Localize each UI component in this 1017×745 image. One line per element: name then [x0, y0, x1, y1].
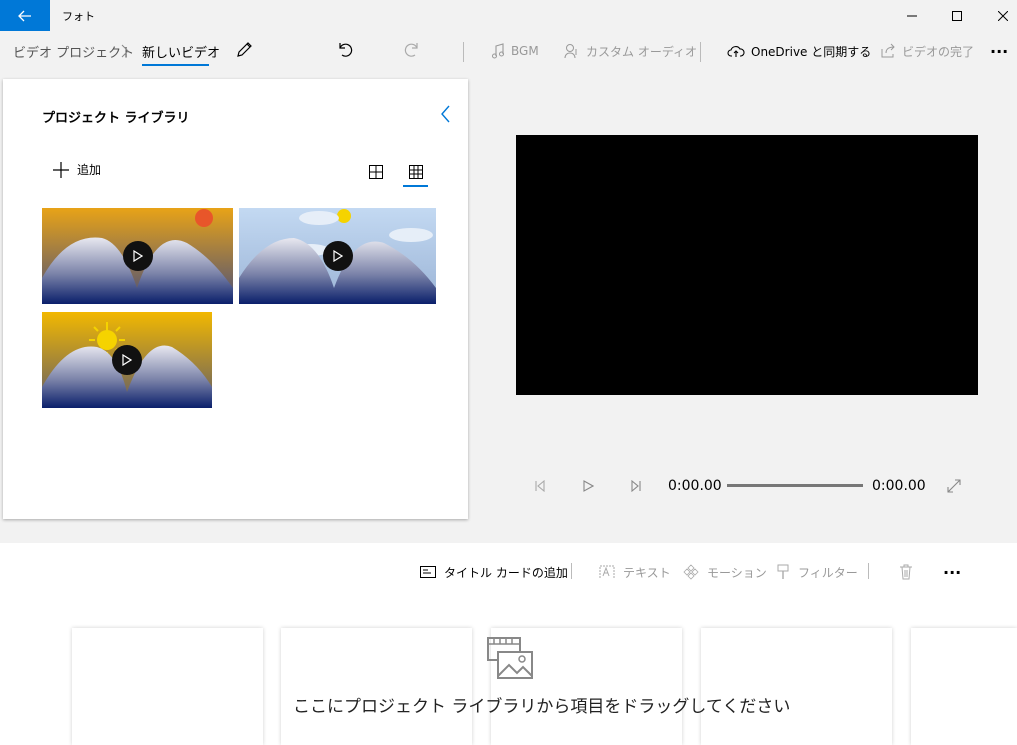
library-item-2[interactable]	[239, 208, 436, 304]
play-icon	[122, 354, 132, 366]
trash-icon	[900, 564, 912, 580]
add-label: 追加	[77, 163, 102, 177]
storyboard-slot[interactable]	[72, 628, 263, 745]
current-tab-indicator	[142, 64, 209, 66]
large-grid-view-button[interactable]	[364, 161, 388, 183]
finish-video-button[interactable]: ビデオの完了	[880, 40, 974, 62]
play-button[interactable]	[578, 476, 598, 496]
expand-icon	[947, 479, 961, 493]
previous-frame-button[interactable]	[530, 476, 550, 496]
minimize-icon	[907, 15, 917, 16]
add-title-card-button[interactable]: タイトル カードの追加	[420, 562, 568, 582]
bgm-button[interactable]: BGM	[491, 40, 539, 62]
motion-label: モーション	[707, 565, 767, 580]
onedrive-sync-button[interactable]: OneDrive と同期する	[727, 40, 871, 62]
storyboard-divider	[868, 563, 869, 579]
play-overlay	[112, 345, 142, 375]
play-icon	[583, 480, 594, 492]
paint-brush-icon	[777, 564, 789, 579]
toolbar-divider	[700, 42, 701, 62]
next-frame-button[interactable]	[626, 476, 646, 496]
arrow-left-icon	[18, 10, 31, 21]
undo-icon	[339, 43, 353, 57]
seek-bar[interactable]	[727, 484, 863, 487]
motion-button[interactable]: モーション	[683, 562, 767, 582]
redo-button[interactable]	[403, 41, 421, 63]
motion-icon	[683, 564, 699, 580]
plus-icon	[53, 161, 69, 178]
custom-audio-label: カスタム オーディオ	[586, 44, 697, 59]
storyboard-slot[interactable]	[911, 628, 1017, 745]
add-media-button[interactable]: 追加	[53, 161, 101, 178]
chevron-right-icon	[121, 44, 129, 58]
finish-video-label: ビデオの完了	[902, 44, 975, 59]
current-time: 0:00.00	[668, 478, 722, 494]
collapse-library-button[interactable]	[441, 105, 451, 127]
pencil-icon	[237, 42, 252, 57]
storyboard-slot[interactable]	[701, 628, 892, 745]
minimize-button[interactable]	[889, 0, 935, 31]
step-forward-icon	[631, 480, 641, 492]
library-title: プロジェクト ライブラリ	[42, 111, 190, 126]
title-bar: フォト	[0, 0, 1017, 32]
breadcrumb-current: 新しいビデオ	[142, 46, 221, 61]
library-item-3[interactable]	[42, 312, 212, 408]
film-image-icon	[487, 637, 533, 679]
project-library-panel: プロジェクト ライブラリ 追加	[3, 79, 468, 519]
view-selected-indicator	[403, 185, 428, 187]
app-title: フォト	[62, 10, 95, 23]
library-item-1[interactable]	[42, 208, 233, 304]
text-button[interactable]: テキスト	[599, 562, 671, 582]
close-icon	[998, 10, 1008, 21]
editor-toolbar: ビデオ プロジェクト 新しいビデオ BGM カスタム オーディオ OneDriv…	[0, 32, 1017, 72]
undo-button[interactable]	[336, 41, 354, 63]
grid-small-icon	[409, 165, 423, 179]
play-overlay	[323, 241, 353, 271]
close-button[interactable]	[980, 0, 1017, 31]
storyboard-divider	[571, 563, 572, 579]
text-label: テキスト	[623, 565, 671, 580]
delete-button[interactable]	[899, 562, 913, 582]
filter-label: フィルター	[798, 565, 858, 580]
media-drop-icon	[486, 636, 534, 684]
play-icon	[133, 250, 143, 262]
total-time: 0:00.00	[872, 478, 926, 494]
storyboard-slot[interactable]	[281, 628, 472, 745]
grid-large-icon	[369, 165, 383, 179]
maximize-icon	[952, 10, 962, 21]
video-preview[interactable]	[516, 135, 978, 395]
filter-button[interactable]: フィルター	[776, 562, 858, 582]
step-back-icon	[535, 480, 545, 492]
chevron-left-icon	[441, 105, 450, 123]
rename-button[interactable]	[235, 41, 253, 63]
play-overlay	[123, 241, 153, 271]
title-card-icon	[420, 566, 436, 578]
music-note-icon	[492, 43, 504, 59]
bgm-label: BGM	[511, 44, 539, 58]
storyboard-more-button[interactable]: ···	[943, 562, 961, 582]
drop-hint-text: ここにプロジェクト ライブラリから項目をドラッグしてください	[293, 697, 791, 717]
toolbar-divider	[463, 42, 464, 62]
fullscreen-button[interactable]	[944, 476, 964, 496]
share-export-icon	[881, 43, 895, 58]
text-icon	[599, 565, 615, 578]
back-button[interactable]	[0, 0, 50, 31]
custom-audio-button[interactable]: カスタム オーディオ	[564, 40, 697, 62]
maximize-button[interactable]	[934, 0, 980, 31]
breadcrumb-video-project[interactable]: ビデオ プロジェクト	[13, 42, 134, 61]
play-icon	[333, 250, 343, 262]
person-audio-icon	[564, 44, 577, 59]
small-grid-view-button[interactable]	[404, 161, 428, 183]
redo-icon	[404, 43, 418, 57]
more-options-button[interactable]: ···	[990, 40, 1008, 62]
onedrive-label: OneDrive と同期する	[751, 44, 872, 59]
cloud-upload-icon	[727, 46, 745, 57]
add-title-card-label: タイトル カードの追加	[444, 565, 568, 580]
